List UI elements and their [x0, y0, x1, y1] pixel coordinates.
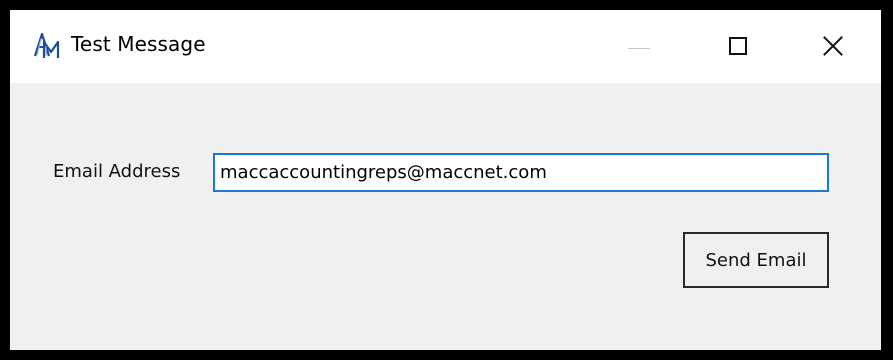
maximize-icon: [729, 37, 747, 55]
close-icon: [822, 35, 844, 57]
minimize-button[interactable]: [607, 10, 671, 82]
email-address-input[interactable]: maccaccountingreps@maccnet.com: [213, 153, 829, 192]
close-button[interactable]: [801, 10, 865, 82]
am-logo-icon: [33, 32, 60, 58]
dialog-body: Test Message Email Address maccaccountin…: [10, 10, 881, 350]
email-address-label: Email Address: [53, 161, 181, 182]
maximize-button[interactable]: [706, 10, 770, 82]
send-email-button[interactable]: Send Email: [683, 232, 829, 288]
minimize-icon: [628, 47, 650, 49]
title-bar[interactable]: Test Message: [10, 10, 881, 83]
window-title: Test Message: [71, 32, 206, 56]
dialog-window: Test Message Email Address maccaccountin…: [0, 0, 893, 360]
